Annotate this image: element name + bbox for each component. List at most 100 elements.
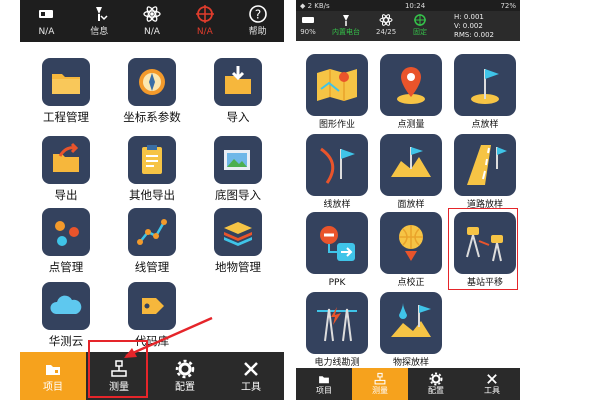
menu-item-label: 点管理 <box>48 260 84 274</box>
tools-icon <box>244 361 258 376</box>
survey-item-point-stakeout[interactable]: 点放样 <box>449 54 521 132</box>
info-satellites-label: 24/25 <box>376 28 397 36</box>
survey-item-point-calibration[interactable]: 点校正 <box>375 212 447 290</box>
survey-item-powerline[interactable]: 电力线勘测 <box>301 292 373 370</box>
precision-readout: H: 0.001 V: 0.002 RMS: 0.002 <box>454 13 494 40</box>
tab-tools[interactable]: 工具 <box>218 352 284 400</box>
point-survey-icon <box>397 67 425 104</box>
survey-item-surface-stakeout[interactable]: 面放样 <box>375 134 447 212</box>
survey-item-point-survey[interactable]: 点测量 <box>375 54 447 132</box>
tab-config[interactable]: 配置 <box>408 368 464 400</box>
radio-icon <box>343 15 349 26</box>
cloud-icon <box>50 295 82 314</box>
menu-item-label: 工程管理 <box>43 110 89 124</box>
left-survey-tab-highlight <box>88 340 148 398</box>
folder-icon <box>52 74 80 94</box>
tab-project[interactable]: 项目 <box>20 352 86 400</box>
tab-survey-label: 测量 <box>372 386 388 395</box>
survey-item-label: 点放样 <box>471 120 499 130</box>
menu-item-label: 地物管理 <box>215 260 261 274</box>
menu-item-label: 导出 <box>54 188 78 202</box>
menu-item-other-export[interactable]: 其他导出 <box>116 136 188 208</box>
import-icon <box>225 66 251 94</box>
config-icon <box>429 372 443 386</box>
point-stakeout-icon <box>471 69 499 104</box>
survey-icon <box>374 372 386 385</box>
right-bottom-tab-bar: 项目 测量 配置 工具 <box>296 368 520 400</box>
clipboard-icon <box>142 145 162 174</box>
survey-item-road-stakeout[interactable]: 道路放样 <box>449 134 521 212</box>
rms-value: RMS: 0.002 <box>454 31 494 39</box>
config-icon <box>175 359 195 378</box>
menu-item-label: 华测云 <box>48 334 84 348</box>
survey-item-label: 线放样 <box>323 200 351 210</box>
left-status-bar: N/A 信息 N/A N/A ? 帮助 <box>20 0 284 42</box>
topbar-satellite[interactable]: N/A <box>126 0 179 42</box>
menu-item-import[interactable]: 导入 <box>202 58 274 130</box>
tab-project[interactable]: 项目 <box>296 368 352 400</box>
geophysical-icon <box>391 303 431 337</box>
menu-item-coordinate-params[interactable]: 坐标系参数 <box>116 58 188 130</box>
right-system-status: ◆ 2 KB/s 10:24 72% <box>296 0 520 11</box>
topbar-info-label: 信息 <box>90 27 109 37</box>
points-icon <box>55 221 79 246</box>
menu-item-project-management[interactable]: 工程管理 <box>30 58 102 130</box>
topbar-fix-status-label: N/A <box>196 27 213 37</box>
export-icon <box>53 142 79 172</box>
menu-item-label: 其他导出 <box>129 188 175 202</box>
tab-survey[interactable]: 测量 <box>352 368 408 400</box>
info-fix[interactable]: 固定 <box>412 13 428 37</box>
tab-project-label: 项目 <box>316 386 332 395</box>
menu-item-feature-management[interactable]: 地物管理 <box>202 208 274 280</box>
topbar-info[interactable]: 信息 <box>73 0 126 42</box>
project-icon <box>46 364 60 375</box>
survey-item-label: 面放样 <box>397 200 425 210</box>
v-precision: V: 0.002 <box>454 22 483 30</box>
survey-item-label: PPK <box>328 278 346 288</box>
survey-item-line-stakeout[interactable]: 线放样 <box>301 134 373 212</box>
topbar-help[interactable]: ? 帮助 <box>231 0 284 42</box>
ppk-icon <box>320 226 355 261</box>
help-icon: ? <box>248 5 267 23</box>
fixed-icon <box>414 14 426 26</box>
topbar-fix-status[interactable]: N/A <box>178 0 231 42</box>
survey-item-geophysical[interactable]: 物探放样 <box>375 292 447 370</box>
topbar-receiver[interactable]: N/A <box>20 0 73 42</box>
tag-icon <box>142 298 164 314</box>
survey-item-label: 点校正 <box>397 278 425 288</box>
left-phone-screen: N/A 信息 N/A N/A ? 帮助 工程管理 坐标系参数 导入 导出 其他导… <box>20 0 284 400</box>
survey-item-map-work[interactable]: 图形作业 <box>301 54 373 132</box>
tab-project-label: 项目 <box>43 381 63 393</box>
tab-config[interactable]: 配置 <box>152 352 218 400</box>
compass-icon <box>139 69 165 95</box>
tab-tools[interactable]: 工具 <box>464 368 520 400</box>
tab-tools-label: 工具 <box>241 381 261 393</box>
layers-icon <box>224 222 252 246</box>
menu-item-point-management[interactable]: 点管理 <box>30 208 102 280</box>
topbar-receiver-label: N/A <box>38 27 55 37</box>
menu-item-export[interactable]: 导出 <box>30 136 102 208</box>
survey-item-label: 图形作业 <box>318 120 355 130</box>
info-satellites[interactable]: 24/25 <box>376 13 396 37</box>
project-icon <box>319 376 329 384</box>
tab-config-label: 配置 <box>428 386 444 395</box>
survey-item-ppk[interactable]: PPK <box>301 212 373 290</box>
right-phone-screen: ◆ 2 KB/s 10:24 72% 90% 内置电台 24/25 固定 H: <box>296 0 520 400</box>
menu-item-line-management[interactable]: 线管理 <box>116 208 188 280</box>
clock: 10:24 <box>404 1 426 10</box>
satellite-icon <box>379 14 393 26</box>
road-stakeout-icon <box>467 145 507 185</box>
base-shift-highlight <box>448 208 518 290</box>
tools-icon <box>487 374 497 384</box>
battery-level: 72% <box>500 1 516 10</box>
surface-stakeout-icon <box>391 147 431 177</box>
right-info-bar: 90% 内置电台 24/25 固定 H: 0.001 V: 0.002 RMS:… <box>296 11 520 41</box>
topbar-satellite-label: N/A <box>144 27 160 37</box>
info-fix-label: 固定 <box>413 28 427 36</box>
crosshair-icon <box>195 5 214 23</box>
menu-item-basemap-import[interactable]: 底图导入 <box>202 136 274 208</box>
info-radio[interactable]: 内置电台 <box>332 13 360 37</box>
info-receiver[interactable]: 90% <box>300 13 316 37</box>
image-icon <box>224 150 250 170</box>
info-antenna-icon <box>96 7 108 21</box>
